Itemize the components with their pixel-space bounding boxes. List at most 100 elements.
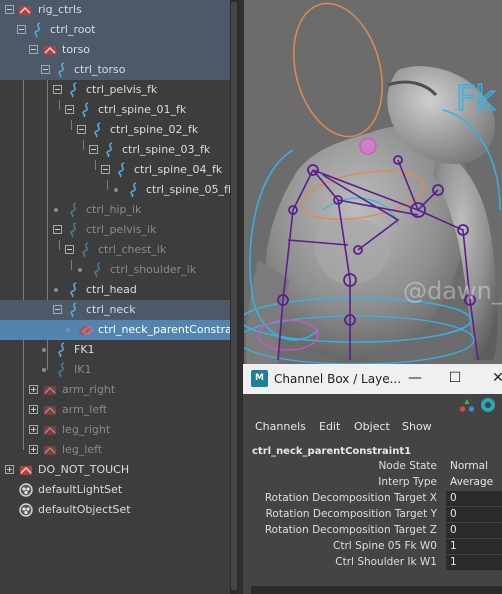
outliner-item-ctrl-spine-01-fk[interactable]: ctrl_spine_01_fk [0, 100, 230, 120]
attribute-row-ctrl-shoulder-ik-w1[interactable]: Ctrl Shoulder Ik W1 1 [243, 555, 502, 571]
collapse-toggle[interactable] [101, 165, 110, 174]
outliner-item-default-object-set[interactable]: defaultObjectSet [0, 500, 230, 520]
set-icon [19, 483, 33, 497]
menu-edit[interactable]: Edit [319, 420, 340, 433]
channel-box-window: M Channel Box / Laye... — ☐ ✕ Channels E… [242, 364, 502, 594]
collapse-toggle[interactable] [17, 25, 26, 34]
outliner-item-label: leg_right [62, 423, 111, 436]
outliner-item-ctrl-hip-ik[interactable]: ctrl_hip_ik [0, 200, 230, 220]
outliner-item-label: ctrl_spine_01_fk [98, 103, 187, 116]
help-icon[interactable] [480, 397, 496, 413]
expand-toggle[interactable] [29, 385, 38, 394]
collapse-toggle[interactable] [5, 5, 14, 14]
attribute-value-field[interactable]: 0 [446, 523, 502, 538]
outliner-item-label: torso [62, 43, 91, 56]
menu-object[interactable]: Object [354, 420, 390, 433]
outliner-item-rig-ctrls[interactable]: rig_ctrls [0, 0, 230, 20]
maximize-button[interactable]: ☐ [445, 368, 465, 388]
attribute-value[interactable]: Average [446, 475, 502, 490]
outliner-scrollbar-thumb[interactable] [231, 2, 237, 590]
collapse-toggle[interactable] [65, 245, 74, 254]
expand-toggle[interactable] [5, 465, 14, 474]
attribute-value-field[interactable]: 0 [446, 491, 502, 506]
leaf-dot [42, 348, 46, 352]
transform-ctrl-icon [44, 446, 56, 455]
leaf-dot [114, 188, 118, 192]
outliner-item-ctrl-shoulder-ik[interactable]: ctrl_shoulder_ik [0, 260, 230, 280]
outliner-item-ctrl-pelvis-fk[interactable]: ctrl_pelvis_fk [0, 80, 230, 100]
close-button[interactable]: ✕ [491, 368, 502, 388]
collapse-toggle[interactable] [65, 105, 74, 114]
outliner-item-leg-left[interactable]: leg_left [0, 440, 230, 460]
channel-box-scroll-area[interactable] [251, 586, 502, 594]
nurbs-curve-icon [70, 302, 77, 318]
expand-toggle[interactable] [29, 405, 38, 414]
node-name[interactable]: ctrl_neck_parentConstraint1 [252, 446, 411, 457]
outliner-item-arm-left[interactable]: arm_left [0, 400, 230, 420]
outliner-item-leg-right[interactable]: leg_right [0, 420, 230, 440]
collapse-toggle[interactable] [29, 45, 38, 54]
attribute-value-field[interactable]: 1 [446, 555, 502, 570]
attribute-row-node-state[interactable]: Node State Normal [243, 459, 502, 475]
watermark-text: @dawn_arc [403, 277, 502, 305]
outliner-item-fk1[interactable]: FK1 [0, 340, 230, 360]
collapse-toggle[interactable] [41, 65, 50, 74]
attribute-row-interp-type[interactable]: Interp Type Average [243, 475, 502, 491]
outliner-item-arm-right[interactable]: arm_right [0, 380, 230, 400]
outliner-item-ctrl-root[interactable]: ctrl_root [0, 20, 230, 40]
attribute-row-rotation-decomposition-target-x[interactable]: Rotation Decomposition Target X 0 [243, 491, 502, 507]
attribute-value[interactable]: Normal [446, 459, 502, 474]
outliner-item-ctrl-chest-ik[interactable]: ctrl_chest_ik [0, 240, 230, 260]
nurbs-curve-icon [94, 122, 101, 138]
collapse-toggle[interactable] [53, 225, 62, 234]
parent-constraint-icon [79, 326, 93, 335]
expand-toggle[interactable] [29, 445, 38, 454]
outliner-item-ctrl-torso[interactable]: ctrl_torso [0, 60, 230, 80]
outliner-item-ik1[interactable]: IK1 [0, 360, 230, 380]
menu-show[interactable]: Show [402, 420, 432, 433]
outliner-item-ctrl-neck[interactable]: ctrl_neck [0, 300, 230, 320]
collapse-toggle[interactable] [77, 125, 86, 134]
nurbs-curve-icon [82, 242, 89, 258]
collapse-toggle[interactable] [53, 85, 62, 94]
nurbs-curve-icon [70, 282, 77, 298]
outliner-item-label: IK1 [74, 363, 92, 376]
collapse-toggle[interactable] [53, 305, 62, 314]
outliner-item-do-not-touch[interactable]: DO_NOT_TOUCH [0, 460, 230, 480]
outliner-item-ctrl-spine-04-fk[interactable]: ctrl_spine_04_fk [0, 160, 230, 180]
nurbs-curve-icon [34, 22, 41, 38]
channel-box-titlebar[interactable]: M Channel Box / Laye... — ☐ ✕ [243, 364, 502, 394]
outliner-item-label: defaultLightSet [38, 483, 123, 496]
outliner-scrollbar[interactable] [230, 0, 238, 594]
outliner-item-label: arm_left [62, 403, 108, 416]
outliner-item-ctrl-spine-02-fk[interactable]: ctrl_spine_02_fk [0, 120, 230, 140]
attribute-row-rotation-decomposition-target-y[interactable]: Rotation Decomposition Target Y 0 [243, 507, 502, 523]
transform-ctrl-icon [19, 6, 31, 15]
nurbs-curve-icon [70, 222, 77, 238]
attribute-row-rotation-decomposition-target-z[interactable]: Rotation Decomposition Target Z 0 [243, 523, 502, 539]
outliner-item-ctrl-neck-parentconstraint1[interactable]: ctrl_neck_parentConstraint1 [0, 320, 230, 340]
nurbs-curve-icon [58, 342, 65, 358]
nurbs-curve-icon [118, 162, 125, 178]
outliner-item-default-light-set[interactable]: defaultLightSet [0, 480, 230, 500]
attribute-value-field[interactable]: 0 [446, 507, 502, 522]
outliner-item-label: ctrl_shoulder_ik [110, 263, 197, 276]
outliner-item-ctrl-head[interactable]: ctrl_head [0, 280, 230, 300]
attribute-value-field[interactable]: 1 [446, 539, 502, 554]
outliner-item-label: ctrl_spine_03_fk [122, 143, 211, 156]
outliner-item-label: DO_NOT_TOUCH [38, 463, 130, 476]
collapse-toggle[interactable] [89, 145, 98, 154]
outliner-item-ctrl-spine-05-fk[interactable]: ctrl_spine_05_fk [0, 180, 230, 200]
outliner-item-label: ctrl_torso [74, 63, 126, 76]
outliner-item-torso[interactable]: torso [0, 40, 230, 60]
attribute-layout-icon[interactable] [459, 398, 475, 412]
menu-channels[interactable]: Channels [255, 420, 306, 433]
outliner-item-ctrl-spine-03-fk[interactable]: ctrl_spine_03_fk [0, 140, 230, 160]
attribute-name: Interp Type [378, 476, 437, 488]
transform-ctrl-icon [44, 46, 56, 55]
expand-toggle[interactable] [29, 425, 38, 434]
attribute-row-ctrl-spine-05-fk-w0[interactable]: Ctrl Spine 05 Fk W0 1 [243, 539, 502, 555]
outliner-item-ctrl-pelvis-ik[interactable]: ctrl_pelvis_ik [0, 220, 230, 240]
minimize-button[interactable]: — [405, 368, 425, 388]
outliner-item-label: ctrl_root [50, 23, 96, 36]
